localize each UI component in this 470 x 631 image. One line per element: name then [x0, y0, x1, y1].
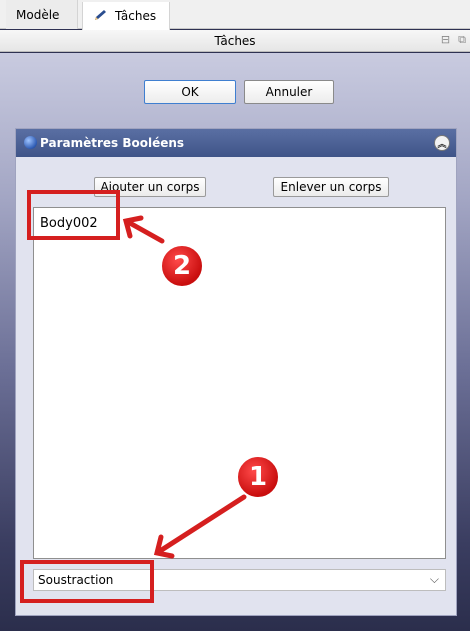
- annotation-badge-2: 2: [160, 244, 204, 288]
- annotation-badge-1: 1: [236, 455, 280, 499]
- annotation-arrows: [122, 215, 247, 559]
